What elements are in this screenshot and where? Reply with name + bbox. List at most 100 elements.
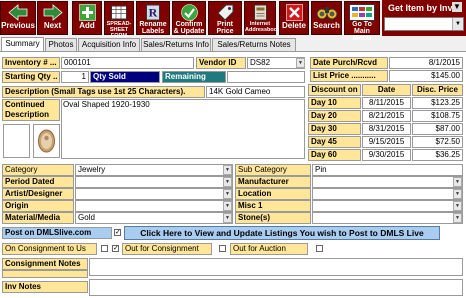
inv-notes-label: Inv Notes (2, 281, 88, 293)
continued-description-field[interactable]: Oval Shaped 1920-1930 (61, 99, 305, 159)
location-label: Location (235, 188, 311, 200)
continued-description-label: Continued Description (2, 99, 60, 121)
date-purch-label: Date Purch/Rcvd (310, 57, 388, 69)
location-dropdown-icon[interactable]: ▼ (453, 189, 462, 199)
artist-dropdown-icon[interactable]: ▼ (223, 189, 232, 199)
out-for-consignment-checkbox[interactable]: ✓ (112, 245, 119, 252)
discount-day: Day 10 (308, 97, 361, 109)
discount-day: Day 60 (308, 149, 361, 161)
consignment-notes-label: Consignment Notes (2, 258, 88, 270)
origin-dropdown-icon[interactable]: ▼ (223, 201, 232, 211)
period-dated-field[interactable] (75, 176, 233, 188)
discount-date[interactable]: 8/11/2015 (362, 97, 411, 109)
stones-field[interactable] (312, 212, 463, 224)
go-to-main-menu-button[interactable]: Go To Main Menu (344, 1, 380, 42)
remaining-field: Remaining (162, 71, 226, 83)
on-consignment-checkbox[interactable] (101, 245, 108, 252)
category-field[interactable]: Jewelry (75, 164, 233, 176)
delete-button[interactable]: Delete (279, 1, 309, 35)
discount-header-price: Disc. Price (412, 84, 463, 96)
inventory-field[interactable]: 000101 (61, 57, 194, 69)
artist-designer-label: Artist/Designer (2, 188, 74, 200)
artist-designer-field[interactable] (75, 188, 233, 200)
spreadsheet-form-button[interactable]: SPREAD-SHEET FORM (104, 1, 134, 39)
spreadsheet-icon (111, 5, 127, 20)
discount-header-date: Date (362, 84, 411, 96)
confirm-update-button[interactable]: Confirm & Update (172, 1, 206, 35)
category-dropdown-icon[interactable]: ▼ (223, 165, 232, 175)
period-dropdown-icon[interactable]: ▼ (223, 177, 232, 187)
description-field[interactable]: 14K Gold Cameo (206, 86, 305, 98)
dmls-listings-button[interactable]: Click Here to View and Update Listings Y… (124, 226, 440, 240)
origin-field[interactable] (75, 200, 233, 212)
misc1-label: Misc 1 (235, 200, 311, 212)
consignment-notes-label-extension (2, 270, 88, 278)
print-price-tags-button[interactable]: Print Price Tags (208, 1, 242, 42)
combo-arrow-icon[interactable]: ▼ (452, 18, 463, 30)
vendor-id-label: Vendor ID (196, 57, 246, 69)
manufacturer-dropdown-icon[interactable]: ▼ (453, 177, 462, 187)
internet-addressbook-button[interactable]: Internet Addressbook (244, 1, 280, 35)
location-field[interactable] (312, 188, 463, 200)
material-dropdown-icon[interactable]: ▼ (223, 213, 232, 223)
discount-price[interactable]: $108.75 (412, 110, 463, 122)
category-label: Category (2, 164, 74, 176)
svg-text:R: R (149, 6, 158, 20)
cameo-photo-icon (38, 129, 55, 153)
addressbook-icon (253, 4, 267, 21)
description-label: Description (Small Tags use 1st 25 Chara… (2, 86, 205, 98)
chevron-down-icon[interactable]: ▼ (452, 2, 462, 12)
material-media-label: Material/Media (2, 212, 74, 224)
qty-sold-field: Qty Sold (90, 71, 160, 83)
arrow-left-icon (8, 4, 28, 21)
discount-date[interactable]: 9/30/2015 (362, 149, 411, 161)
inv-notes-field[interactable] (89, 279, 463, 296)
out-for-auction-checkbox-2[interactable] (316, 245, 323, 252)
tab-sales-returns-notes[interactable]: Sales/Returns Notes (212, 38, 296, 51)
manufacturer-label: Manufacturer (235, 176, 311, 188)
inventory-label: Inventory # ... (2, 57, 60, 69)
search-button[interactable]: Search (311, 1, 342, 35)
checkmark-icon (180, 4, 198, 21)
manufacturer-field[interactable] (312, 176, 463, 188)
discount-date[interactable]: 8/21/2015 (362, 110, 411, 122)
on-consignment-label: On Consignment to Us (2, 243, 97, 255)
discount-price[interactable]: $72.50 (412, 136, 463, 148)
discount-day: Day 20 (308, 110, 361, 122)
starting-qty-label: Starting Qty .. (2, 71, 60, 83)
consignment-notes-field[interactable] (89, 258, 463, 276)
list-price-label: List Price ........... (310, 70, 388, 82)
date-purch-field[interactable]: 8/1/2015 (389, 57, 463, 69)
previous-button[interactable]: Previous (0, 1, 36, 35)
get-item-combo[interactable]: ▼ (384, 17, 464, 31)
rename-labels-button[interactable]: R Rename Labels (136, 1, 170, 35)
stones-label: Stone(s) (235, 212, 311, 224)
discount-price[interactable]: $87.00 (412, 123, 463, 135)
next-button[interactable]: Next (37, 1, 68, 35)
delete-x-icon (285, 4, 303, 21)
sub-category-field[interactable]: Pin (312, 164, 463, 176)
discount-date[interactable]: 8/31/2015 (362, 123, 411, 135)
tab-sales-returns-info[interactable]: Sales/Returns Info (141, 38, 211, 51)
list-price-field[interactable]: $145.00 (389, 70, 463, 82)
misc1-dropdown-icon[interactable]: ▼ (453, 201, 462, 211)
out-for-auction-checkbox[interactable] (219, 245, 226, 252)
material-media-field[interactable]: Gold (75, 212, 233, 224)
vendor-dropdown-icon[interactable]: ▼ (296, 58, 305, 68)
discount-date[interactable]: 9/15/2015 (362, 136, 411, 148)
stones-dropdown-icon[interactable]: ▼ (453, 213, 462, 223)
arrow-right-icon (43, 4, 63, 21)
photo-thumbnail-2[interactable] (33, 124, 60, 158)
post-dmls-checkbox[interactable]: ✓ (114, 229, 121, 236)
starting-qty-field[interactable]: 1 (61, 71, 89, 83)
discount-price[interactable]: $123.25 (412, 97, 463, 109)
add-button[interactable]: Add (72, 1, 102, 35)
tab-acquisition-info[interactable]: Acquisition Info (78, 38, 140, 51)
out-for-consignment-label: Out for Consignment (122, 243, 212, 255)
get-item-panel: Get Item by Inv # ▼ ▼ (382, 0, 466, 36)
photo-thumbnail-1[interactable] (3, 124, 30, 158)
tab-summary[interactable]: Summary (1, 37, 44, 51)
discount-price[interactable]: $36.25 (412, 149, 463, 161)
misc1-field[interactable] (312, 200, 463, 212)
tab-photos[interactable]: Photos (45, 38, 77, 51)
